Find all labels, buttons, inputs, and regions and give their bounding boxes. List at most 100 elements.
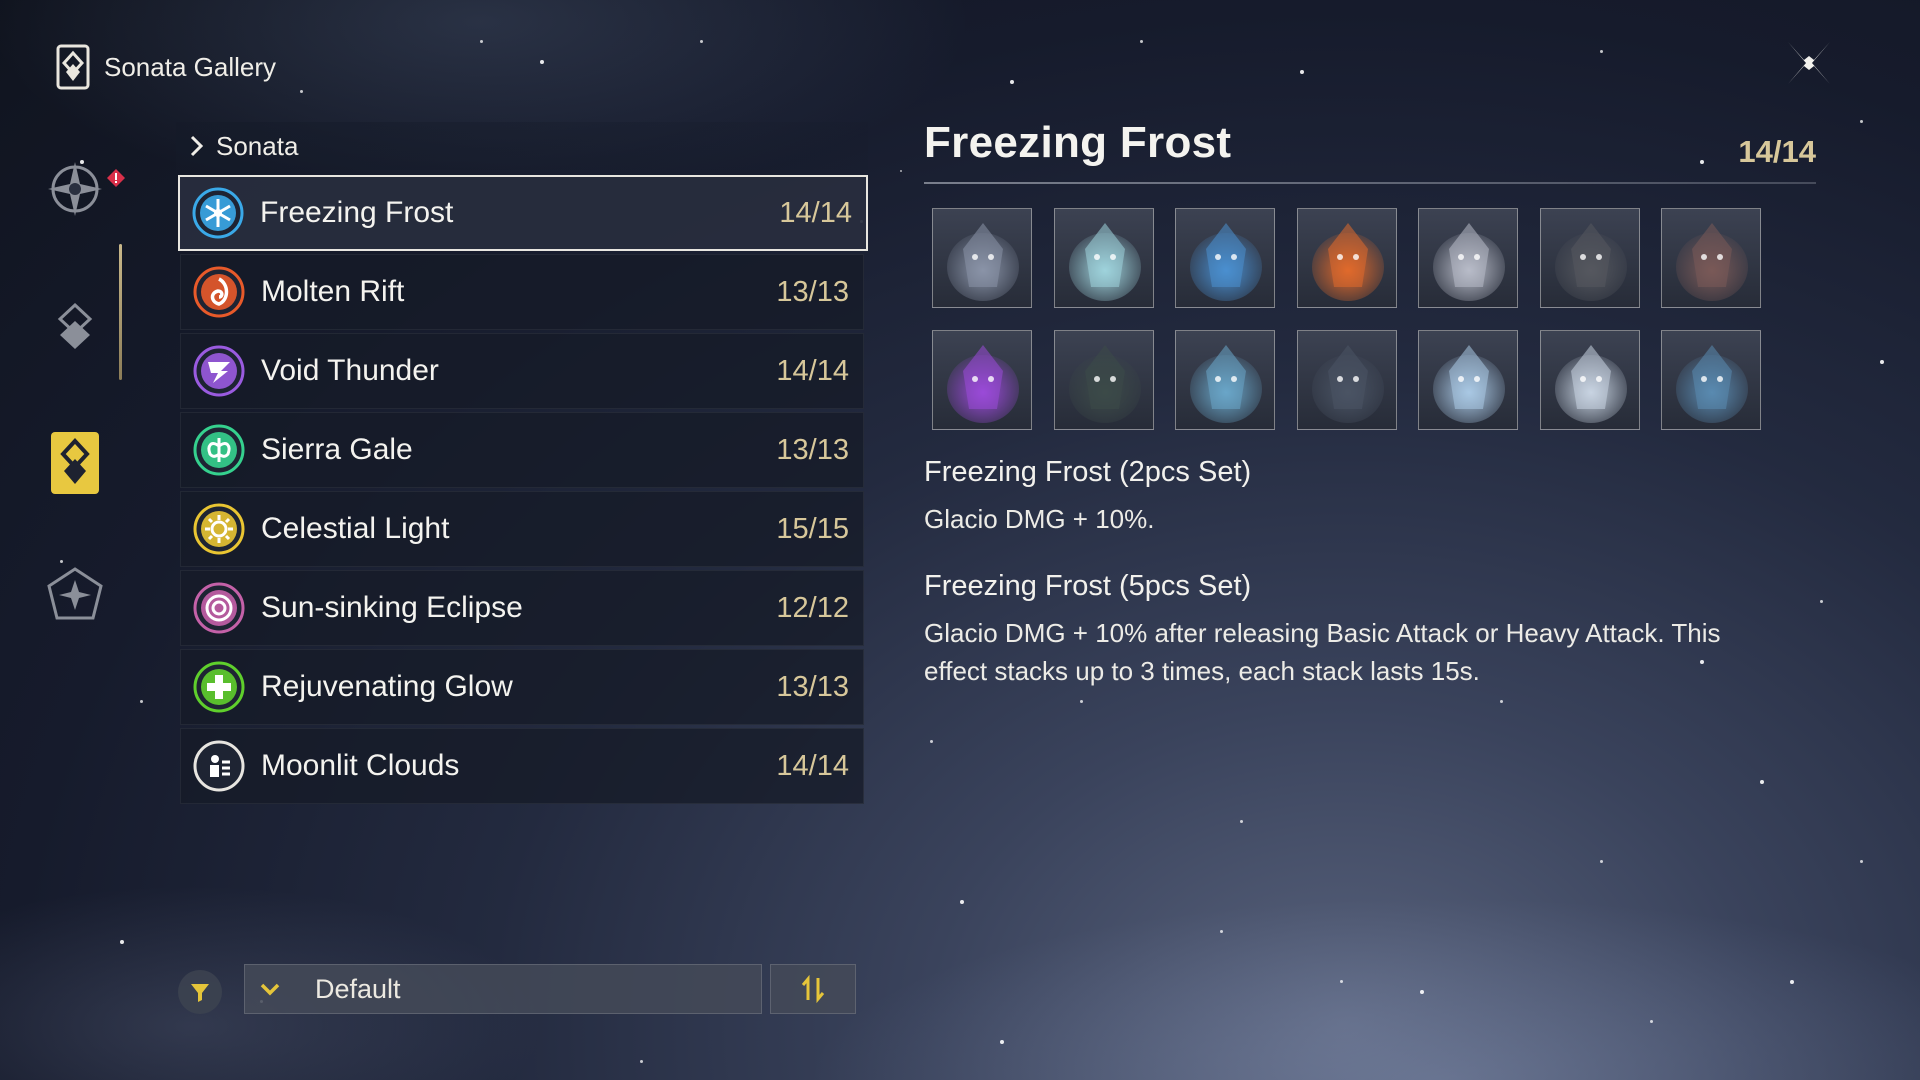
set-row-freezing-frost[interactable]: Freezing Frost 14/14 (178, 175, 868, 251)
set-row-void-thunder[interactable]: Void Thunder 14/14 (180, 333, 864, 409)
star-dot (1140, 40, 1143, 43)
compass-star-icon (48, 162, 102, 216)
filter-bar: Default (176, 964, 868, 1016)
set-name: Molten Rift (261, 275, 405, 308)
star-dot (1700, 160, 1704, 164)
title-divider (924, 182, 1816, 184)
set-row-celestial-light[interactable]: Celestial Light 15/15 (180, 491, 864, 567)
sonata-logo-icon (56, 44, 90, 90)
echo-thumbnail[interactable] (1175, 208, 1275, 308)
echo-thumbnail[interactable] (1053, 330, 1154, 430)
heal-cross-icon (193, 661, 245, 713)
effect-5pc-desc: Glacio DMG + 10% after releasing Basic A… (924, 618, 1721, 686)
star-dot (540, 60, 544, 64)
echo-creature-icon (1311, 223, 1384, 301)
sort-order-button[interactable] (770, 964, 856, 1014)
detail-title: Freezing Frost (924, 118, 1232, 167)
stacked-diamond-icon (57, 302, 93, 349)
effect-2pc-title: Freezing Frost (2pcs Set) (924, 456, 1252, 488)
echo-creature-icon (1554, 223, 1627, 301)
wind-wings-icon (193, 424, 245, 476)
set-count: 13/13 (776, 670, 849, 703)
set-name: Freezing Frost (260, 196, 454, 229)
star-dot (120, 940, 124, 944)
star-dot (1000, 1040, 1004, 1044)
set-count: 14/14 (776, 354, 849, 387)
star-dot (1240, 820, 1243, 823)
sort-dropdown[interactable]: Default (244, 964, 762, 1014)
echo-thumbnail[interactable] (1296, 208, 1397, 308)
echo-thumbnail[interactable] (1053, 208, 1154, 308)
echo-creature-icon (947, 223, 1019, 301)
echo-creature-icon (1433, 345, 1505, 423)
star-dot (640, 1060, 643, 1063)
set-name: Rejuvenating Glow (261, 670, 513, 703)
star-dot (1650, 1020, 1653, 1023)
page-header: Sonata Gallery (56, 44, 276, 90)
crystal-star-icon (47, 567, 103, 620)
echo-creature-icon (1554, 345, 1627, 423)
nav-echo-records[interactable] (40, 292, 110, 362)
echo-thumbnail[interactable] (1418, 208, 1518, 308)
echo-thumbnail[interactable] (1661, 208, 1761, 308)
echo-thumbnail[interactable] (1539, 330, 1640, 430)
echo-creature-icon (1676, 223, 1748, 301)
echo-thumbnail[interactable] (1661, 330, 1761, 430)
sort-arrows-icon (801, 975, 825, 1003)
star-dot (1220, 930, 1223, 933)
alert-badge-icon (107, 169, 125, 187)
filter-button[interactable] (178, 970, 222, 1014)
star-dot (1790, 980, 1794, 984)
nav-active-indicator (119, 244, 122, 380)
echo-creature-icon (1068, 223, 1141, 301)
set-row-moonlit-clouds[interactable]: Moonlit Clouds 14/14 (180, 728, 864, 804)
star-dot (1860, 860, 1863, 863)
funnel-icon (191, 984, 209, 1002)
page-title: Sonata Gallery (104, 51, 276, 82)
star-dot (1300, 70, 1304, 74)
detail-count: 14/14 (1738, 134, 1816, 169)
echo-thumbnail[interactable] (932, 330, 1032, 430)
echo-creature-icon (1190, 345, 1262, 423)
star-dot (1500, 700, 1503, 703)
star-dot (140, 700, 143, 703)
set-name: Sierra Gale (261, 433, 413, 466)
echo-creature-icon (1676, 345, 1748, 423)
star-dot (1080, 700, 1083, 703)
set-row-sierra-gale[interactable]: Sierra Gale 13/13 (180, 412, 864, 488)
nav-sonata-gallery[interactable] (40, 428, 110, 498)
echo-thumbnail[interactable] (1418, 330, 1518, 430)
set-row-molten-rift[interactable]: Molten Rift 13/13 (180, 254, 864, 330)
thunder-swirl-icon (193, 345, 245, 397)
set-name: Void Thunder (261, 354, 439, 387)
star-dot (1600, 50, 1603, 53)
chevron-right-icon (190, 135, 204, 157)
set-row-sun-sinking-eclipse[interactable]: Sun-sinking Eclipse 12/12 (180, 570, 864, 646)
sort-value: Default (315, 973, 401, 1004)
echo-thumbnail[interactable] (1175, 330, 1275, 430)
echo-thumbnail[interactable] (932, 208, 1032, 308)
star-dot (1860, 120, 1863, 123)
star-dot (1760, 780, 1764, 784)
star-dot (480, 40, 483, 43)
star-dot (1600, 860, 1603, 863)
set-row-rejuvenating-glow[interactable]: Rejuvenating Glow 13/13 (180, 649, 864, 725)
effect-2pc-desc: Glacio DMG + 10%. (924, 504, 1155, 534)
nav-echo-codex[interactable] (40, 560, 110, 630)
effect-5pc-title: Freezing Frost (5pcs Set) (924, 570, 1252, 602)
sonata-card-icon (51, 432, 99, 494)
star-dot (930, 740, 933, 743)
set-count: 13/13 (776, 275, 849, 308)
star-dot (1420, 990, 1424, 994)
close-icon[interactable] (1782, 36, 1836, 90)
echo-creature-icon (1433, 223, 1505, 301)
set-count: 12/12 (776, 591, 849, 624)
set-count: 14/14 (779, 196, 852, 229)
snowflake-icon (192, 187, 244, 239)
breadcrumb[interactable]: Sonata (176, 122, 868, 170)
nav-echo-gallery[interactable] (40, 154, 125, 224)
echo-thumbnail[interactable] (1296, 330, 1397, 430)
echo-thumbnail[interactable] (1539, 208, 1640, 308)
star-dot (960, 900, 964, 904)
chevron-down-icon (260, 983, 280, 996)
